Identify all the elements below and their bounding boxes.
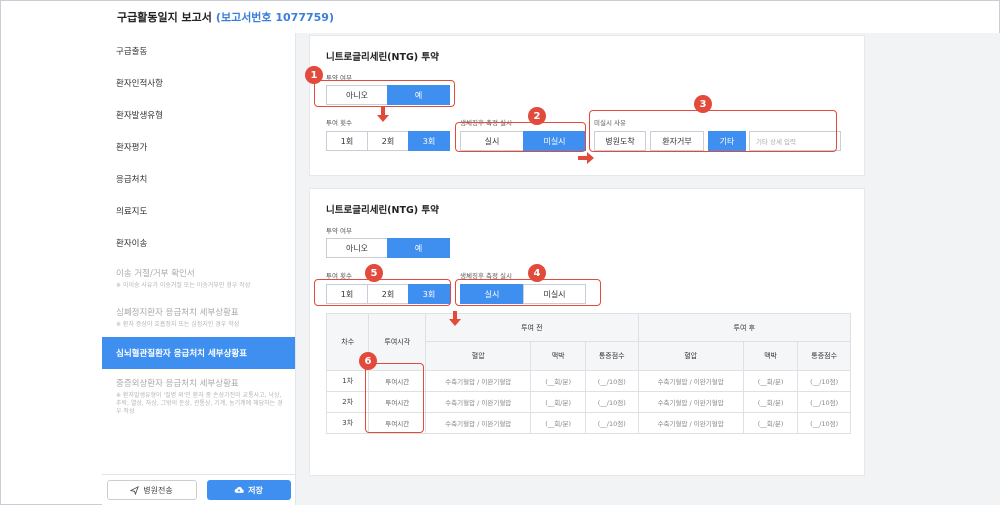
ntg-card-1-title: 니트로글리세린(NTG) 투약 xyxy=(326,52,439,63)
before-pain-input[interactable]: (__/10점) xyxy=(584,412,639,434)
before-bp-input[interactable]: 수축기혈압 / 이완기혈압 xyxy=(425,370,532,392)
before-pain-input[interactable]: (__/10점) xyxy=(584,391,639,413)
sidebar-item-cardiac-arrest[interactable]: 심폐정지환자 응급처치 세부상황표 ※ 환자 증상이 호흡정지 또는 심정지인 … xyxy=(102,298,295,337)
annotation-badge-1: 1 xyxy=(305,66,323,84)
report-number: (보고서번호 1077759) xyxy=(215,11,334,24)
sidebar-item-label: 심뇌혈관질환자 응급처치 세부상황표 xyxy=(116,349,248,359)
annotation-box-4 xyxy=(455,279,601,306)
sidebar-item-transport[interactable]: 환자이송 xyxy=(102,227,295,259)
main-content: 니트로글리세린(NTG) 투약 투약 여부 아니오 예 투여 횟수 1회 2회 … xyxy=(296,33,1000,505)
annotation-box-2 xyxy=(455,122,586,152)
hospital-send-button[interactable]: 병원전송 xyxy=(106,480,197,500)
before-pain-header: 통증점수 xyxy=(584,341,639,371)
col-time-header: 투여시각 xyxy=(368,313,427,371)
sidebar-item-incident-type[interactable]: 환자발생유형 xyxy=(102,99,295,131)
annotation-box-5 xyxy=(314,279,451,306)
app-frame: 구급활동일지 보고서 (보고서번호 1077759) 구급출동 환자인적사항 환… xyxy=(0,0,1000,505)
sidebar-item-label: 환자이송 xyxy=(116,239,148,249)
annotation-box-3 xyxy=(589,110,837,152)
before-bp-header: 혈압 xyxy=(425,341,532,371)
sidebar-item-label: 심폐정지환자 응급처치 세부상황표 xyxy=(116,308,239,319)
before-pain-input[interactable]: (__/10점) xyxy=(584,370,639,392)
hospital-send-label: 병원전송 xyxy=(143,485,173,495)
admin-no-option[interactable]: 아니오 xyxy=(326,238,388,258)
after-header: 투여 후 xyxy=(637,313,852,342)
sidebar-item-label: 응급처치 xyxy=(116,175,148,185)
ntg-card-2-title: 니트로글리세린(NTG) 투약 xyxy=(326,205,439,216)
after-pain-header: 통증점수 xyxy=(797,341,851,371)
sidebar-item-label: 환자평가 xyxy=(116,143,148,153)
sidebar-item-note: ※ 이이송 사유가 이송거절 또는 이송거부인 경우 작성 xyxy=(116,282,251,290)
sidebar-item-patient-info[interactable]: 환자인적사항 xyxy=(102,67,295,99)
admin-label: 투약 여부 xyxy=(326,227,352,235)
after-pulse-input[interactable]: (__회/분) xyxy=(742,391,799,413)
count-2-option[interactable]: 2회 xyxy=(367,131,409,151)
annotation-box-6 xyxy=(365,363,424,433)
after-bp-input[interactable]: 수축기혈압 / 이완기혈압 xyxy=(637,370,744,392)
sidebar-item-cerebro-cardio[interactable]: 심뇌혈관질환자 응급처치 세부상황표 xyxy=(102,337,295,369)
annotation-box-1 xyxy=(314,80,455,107)
admin-toggle: 아니오 예 xyxy=(326,238,450,258)
sidebar-item-label: 중증외상환자 응급처치 세부상황표 xyxy=(116,379,239,389)
sidebar-item-label: 이송 거절/거부 확인서 xyxy=(116,269,195,280)
save-label: 저장 xyxy=(248,485,263,495)
before-pulse-input[interactable]: (__회/분) xyxy=(530,391,586,413)
save-button[interactable]: 저장 xyxy=(206,480,291,500)
after-bp-header: 혈압 xyxy=(637,341,744,371)
page-title: 구급활동일지 보고서 xyxy=(117,11,212,24)
page-header: 구급활동일지 보고서 (보고서번호 1077759) xyxy=(101,1,1000,33)
round-cell: 1차 xyxy=(325,370,370,392)
before-pulse-input[interactable]: (__회/분) xyxy=(530,370,586,392)
arrow-down-icon xyxy=(449,311,461,326)
after-pain-input[interactable]: (__/10점) xyxy=(797,391,851,413)
annotation-badge-3: 3 xyxy=(694,95,712,113)
after-pulse-header: 맥박 xyxy=(742,341,799,371)
after-pain-input[interactable]: (__/10점) xyxy=(797,412,851,434)
count-1-option[interactable]: 1회 xyxy=(326,131,368,151)
sidebar-item-label: 환자발생유형 xyxy=(116,111,163,121)
before-bp-input[interactable]: 수축기혈압 / 이완기혈압 xyxy=(425,412,532,434)
sidebar-item-severe-trauma[interactable]: 중증외상환자 응급처치 세부상황표 ※ 환자발생유형이 '질병 외'인 환자 중… xyxy=(102,369,295,425)
before-bp-input[interactable]: 수축기혈압 / 이완기혈압 xyxy=(425,391,532,413)
admin-yes-option[interactable]: 예 xyxy=(387,238,450,258)
sidebar-item-first-aid[interactable]: 응급처치 xyxy=(102,163,295,195)
after-pulse-input[interactable]: (__회/분) xyxy=(742,370,799,392)
round-cell: 2차 xyxy=(325,391,370,413)
sidebar-item-label: 구급출동 xyxy=(116,47,148,57)
sidebar-item-assessment[interactable]: 환자평가 xyxy=(102,131,295,163)
count-label: 투여 횟수 xyxy=(326,119,352,127)
sidebar-item-note: ※ 환자발생유형이 '질병 외'인 환자 중 손상기전이 교통사고, 낙상, 추… xyxy=(116,392,283,415)
annotation-badge-2: 2 xyxy=(528,107,546,125)
arrow-down-icon xyxy=(377,107,389,122)
cloud-upload-icon xyxy=(234,486,244,493)
round-cell: 3차 xyxy=(325,412,370,434)
annotation-badge-6: 6 xyxy=(359,352,377,370)
sidebar-item-label: 의료지도 xyxy=(116,207,148,217)
count-toggle: 1회 2회 3회 xyxy=(326,131,450,151)
sidebar-item-medical-direction[interactable]: 의료지도 xyxy=(102,195,295,227)
after-pulse-input[interactable]: (__회/분) xyxy=(742,412,799,434)
sidebar: 구급출동 환자인적사항 환자발생유형 환자평가 응급처치 의료지도 환자이송 이… xyxy=(102,33,296,505)
after-bp-input[interactable]: 수축기혈압 / 이완기혈압 xyxy=(637,391,744,413)
count-3-option[interactable]: 3회 xyxy=(408,131,450,151)
sidebar-footer: 병원전송 저장 xyxy=(102,474,295,505)
sidebar-item-refusal[interactable]: 이송 거절/거부 확인서 ※ 이이송 사유가 이송거절 또는 이송거부인 경우 … xyxy=(102,259,295,298)
send-icon xyxy=(130,485,140,495)
sidebar-item-label: 환자인적사항 xyxy=(116,79,163,89)
sidebar-item-note: ※ 환자 증상이 호흡정지 또는 심정지인 경우 작성 xyxy=(116,321,240,329)
annotation-badge-5: 5 xyxy=(365,264,383,282)
after-bp-input[interactable]: 수축기혈압 / 이완기혈압 xyxy=(637,412,744,434)
annotation-badge-4: 4 xyxy=(528,264,546,282)
before-pulse-header: 맥박 xyxy=(530,341,586,371)
sidebar-item-dispatch[interactable]: 구급출동 xyxy=(102,35,295,67)
arrow-right-icon xyxy=(578,152,594,164)
after-pain-input[interactable]: (__/10점) xyxy=(797,370,851,392)
before-pulse-input[interactable]: (__회/분) xyxy=(530,412,586,434)
